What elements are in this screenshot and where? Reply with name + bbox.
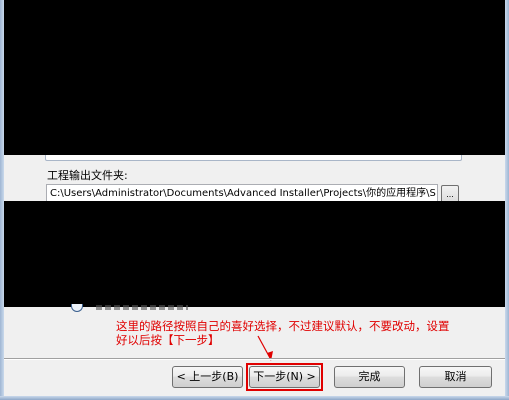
redacted-region-top <box>4 0 505 155</box>
window-frame-right <box>505 0 509 400</box>
back-button[interactable]: < 上一步(B) <box>172 366 243 388</box>
next-button-highlight <box>246 363 323 391</box>
output-folder-label: 工程输出文件夹: <box>47 169 128 182</box>
cancel-button[interactable]: 取消 <box>419 366 492 388</box>
button-separator <box>4 358 505 360</box>
window-frame-bottom <box>0 396 509 400</box>
red-annotation: 这里的路径按照自己的喜好选择，不过建议默认，不要改动，设置 好以后按【下一步】 <box>116 319 476 347</box>
finish-button[interactable]: 完成 <box>334 366 405 388</box>
annotation-line-1: 这里的路径按照自己的喜好选择，不过建议默认，不要改动，设置 <box>116 319 450 333</box>
annotation-line-2: 好以后按【下一步】 <box>116 333 220 347</box>
redacted-region-middle <box>4 201 505 307</box>
radio-label-remnant <box>96 305 188 310</box>
field-remnant <box>45 155 462 161</box>
